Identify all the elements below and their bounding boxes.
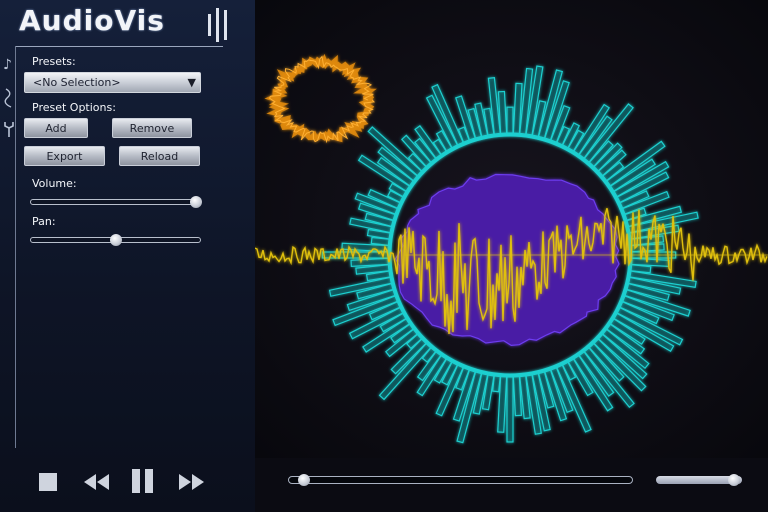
chevron-down-icon: ▼ (187, 76, 196, 89)
app-title: AudioVis (19, 4, 165, 37)
stop-icon[interactable] (38, 472, 58, 492)
logo-bars-icon (208, 8, 227, 42)
fast-forward-icon[interactable] (178, 472, 206, 492)
preset-options-label: Preset Options: (32, 101, 116, 114)
volume-slider[interactable] (30, 199, 202, 205)
pan-slider-thumb[interactable] (109, 234, 122, 246)
sidebar: AudioVis ♪ Presets: <No Selection> ▼ Pre… (0, 0, 255, 512)
preset-dropdown[interactable]: <No Selection> ▼ (24, 72, 201, 93)
export-button[interactable]: Export (24, 146, 105, 166)
rewind-icon[interactable] (83, 472, 111, 492)
presets-label: Presets: (32, 55, 76, 68)
seek-slider-thumb[interactable] (297, 474, 310, 486)
master-volume-thumb[interactable] (727, 474, 740, 486)
wrench-icon[interactable] (3, 120, 15, 138)
reload-button[interactable]: Reload (119, 146, 200, 166)
seek-slider[interactable] (288, 476, 633, 484)
add-button[interactable]: Add (24, 118, 88, 138)
transport-bar (0, 458, 768, 512)
wave-icon[interactable] (3, 88, 15, 108)
remove-button[interactable]: Remove (112, 118, 192, 138)
sidebar-divider (15, 46, 16, 448)
volume-slider-thumb[interactable] (190, 196, 202, 208)
visualizer-canvas (255, 0, 768, 458)
preset-selected-value: <No Selection> (33, 76, 121, 89)
title-divider (16, 46, 223, 47)
pause-icon[interactable] (131, 468, 155, 494)
music-note-icon[interactable]: ♪ (3, 58, 12, 72)
pan-label: Pan: (32, 215, 56, 228)
volume-label: Volume: (32, 177, 77, 190)
